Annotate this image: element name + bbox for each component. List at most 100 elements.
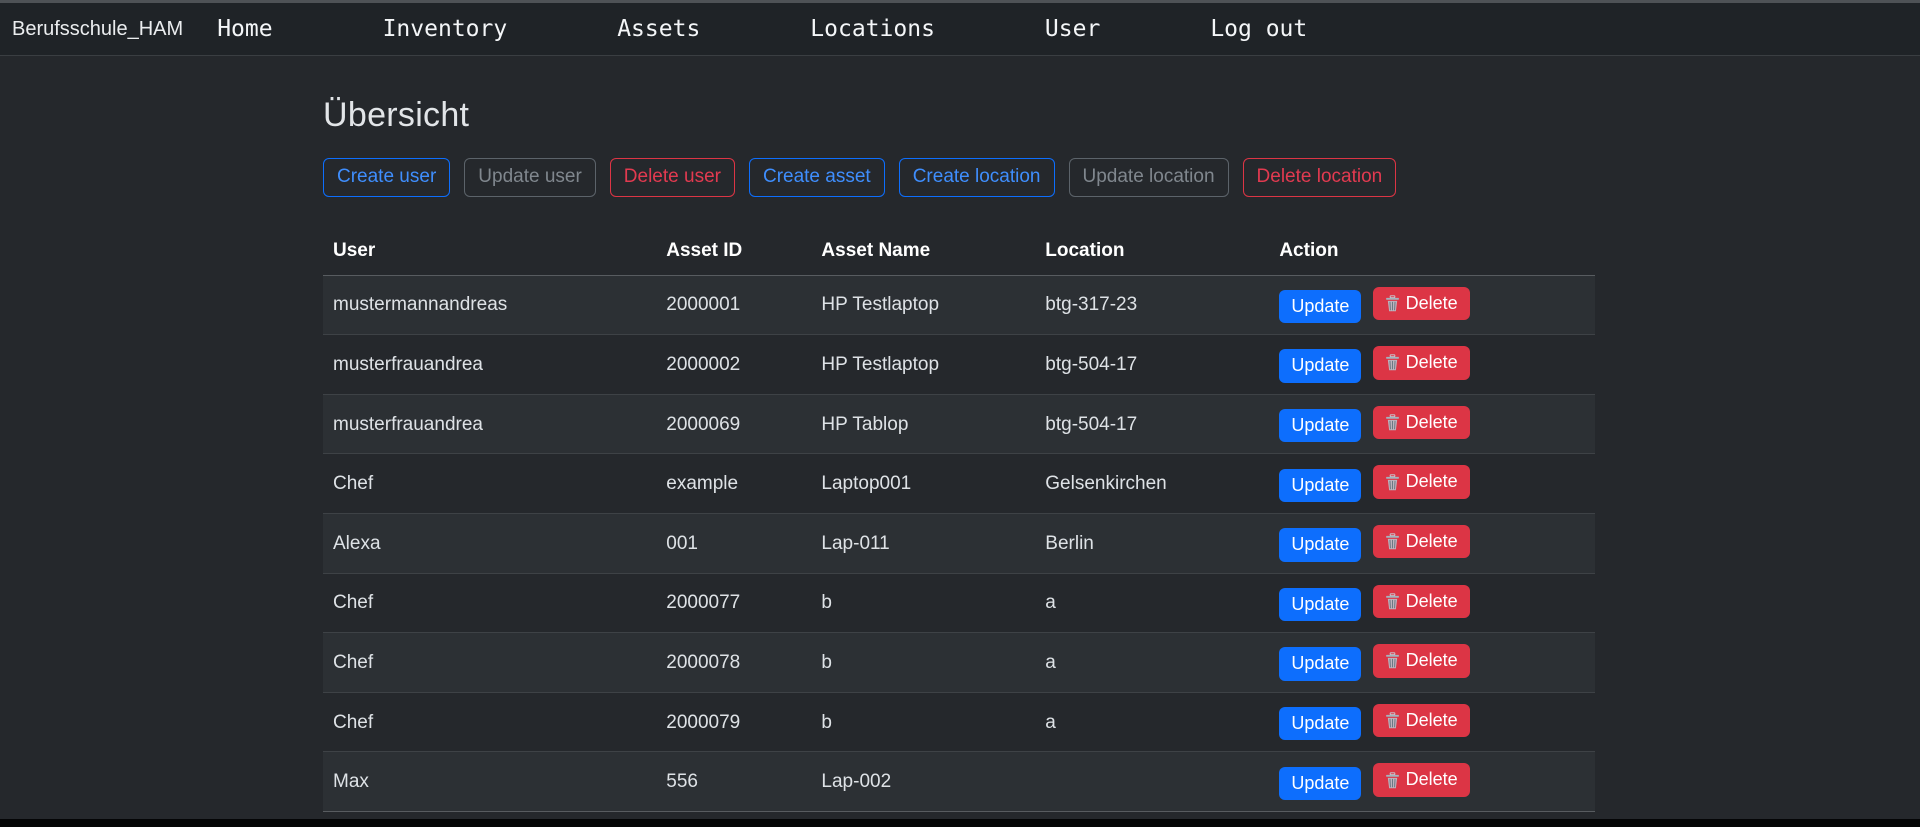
delete-button-label: Delete	[1406, 530, 1458, 553]
cell-action: Update Delete	[1269, 335, 1595, 395]
cell-location: a	[1035, 573, 1269, 633]
delete-button[interactable]: Delete	[1373, 644, 1470, 677]
cell-asset-name: HP Testlaptop	[811, 335, 1035, 395]
delete-button[interactable]: Delete	[1373, 406, 1470, 439]
update-button[interactable]: Update	[1279, 469, 1361, 502]
trash-icon	[1385, 593, 1400, 610]
cell-asset-id: 2000079	[656, 692, 811, 752]
cell-user: Max	[323, 752, 656, 812]
cell-location	[1035, 752, 1269, 812]
update-button[interactable]: Update	[1279, 647, 1361, 680]
cell-user: Alexa	[323, 514, 656, 574]
cell-user: Chef	[323, 573, 656, 633]
delete-user-button[interactable]: Delete user	[610, 158, 735, 197]
delete-button-label: Delete	[1406, 590, 1458, 613]
cell-location: btg-504-17	[1035, 335, 1269, 395]
brand-link[interactable]: Berufsschule_HAM	[12, 18, 183, 41]
nav-item-logout[interactable]: Log out	[1210, 16, 1307, 42]
update-button[interactable]: Update	[1279, 290, 1361, 323]
cell-asset-name: Laptop001	[811, 454, 1035, 514]
table-row: Chef 2000079 b a Update Delete	[323, 692, 1595, 752]
trash-icon	[1385, 772, 1400, 789]
create-user-button[interactable]: Create user	[323, 158, 450, 197]
update-button[interactable]: Update	[1279, 349, 1361, 382]
nav-item-home[interactable]: Home	[217, 16, 272, 42]
delete-button-label: Delete	[1406, 470, 1458, 493]
column-header-action: Action	[1269, 227, 1595, 276]
delete-button-label: Delete	[1406, 709, 1458, 732]
cell-user: Chef	[323, 692, 656, 752]
cell-location: a	[1035, 633, 1269, 693]
cell-user: musterfrauandrea	[323, 394, 656, 454]
delete-button[interactable]: Delete	[1373, 525, 1470, 558]
cell-action: Update Delete	[1269, 573, 1595, 633]
trash-icon	[1385, 652, 1400, 669]
update-button[interactable]: Update	[1279, 528, 1361, 561]
create-asset-button[interactable]: Create asset	[749, 158, 885, 197]
navbar: Berufsschule_HAM Home Inventory Assets L…	[0, 0, 1920, 56]
cell-location: Gelsenkirchen	[1035, 454, 1269, 514]
delete-button[interactable]: Delete	[1373, 346, 1470, 379]
update-user-button[interactable]: Update user	[464, 158, 596, 197]
trash-icon	[1385, 533, 1400, 550]
cell-asset-id: 556	[656, 752, 811, 812]
cell-action: Update Delete	[1269, 275, 1595, 335]
cell-asset-id: 2000001	[656, 275, 811, 335]
delete-button[interactable]: Delete	[1373, 287, 1470, 320]
page-title: Übersicht	[323, 96, 1595, 135]
update-button[interactable]: Update	[1279, 767, 1361, 800]
table-row: Alexa 001 Lap-011 Berlin Update Delete	[323, 514, 1595, 574]
asset-table-body: mustermannandreas 2000001 HP Testlaptop …	[323, 275, 1595, 811]
column-header-asset-name: Asset Name	[811, 227, 1035, 276]
nav-item-user[interactable]: User	[1045, 16, 1100, 42]
cell-location: a	[1035, 692, 1269, 752]
column-header-asset-id: Asset ID	[656, 227, 811, 276]
cell-action: Update Delete	[1269, 752, 1595, 812]
cell-asset-name: b	[811, 573, 1035, 633]
cell-user: mustermannandreas	[323, 275, 656, 335]
delete-button[interactable]: Delete	[1373, 585, 1470, 618]
update-button[interactable]: Update	[1279, 707, 1361, 740]
trash-icon	[1385, 354, 1400, 371]
update-button[interactable]: Update	[1279, 588, 1361, 621]
cell-asset-name: b	[811, 692, 1035, 752]
cell-action: Update Delete	[1269, 692, 1595, 752]
cell-action: Update Delete	[1269, 394, 1595, 454]
create-location-button[interactable]: Create location	[899, 158, 1055, 197]
delete-button[interactable]: Delete	[1373, 465, 1470, 498]
cell-asset-name: HP Testlaptop	[811, 275, 1035, 335]
cell-asset-name: Lap-011	[811, 514, 1035, 574]
cell-asset-id: 2000069	[656, 394, 811, 454]
delete-location-button[interactable]: Delete location	[1243, 158, 1397, 197]
nav-item-locations[interactable]: Locations	[810, 16, 935, 42]
trash-icon	[1385, 414, 1400, 431]
nav-item-inventory[interactable]: Inventory	[383, 16, 508, 42]
delete-button[interactable]: Delete	[1373, 704, 1470, 737]
table-row: Chef 2000078 b a Update Delete	[323, 633, 1595, 693]
toolbar: Create user Update user Delete user Crea…	[323, 158, 1595, 197]
column-header-user: User	[323, 227, 656, 276]
cell-asset-name: b	[811, 633, 1035, 693]
nav-item-assets[interactable]: Assets	[617, 16, 700, 42]
nav-links: Home Inventory Assets Locations User Log…	[217, 16, 1307, 42]
trash-icon	[1385, 474, 1400, 491]
cell-user: Chef	[323, 633, 656, 693]
window-bottom-edge	[0, 819, 1920, 827]
cell-user: musterfrauandrea	[323, 335, 656, 395]
delete-button[interactable]: Delete	[1373, 763, 1470, 796]
cell-location: btg-317-23	[1035, 275, 1269, 335]
cell-asset-id: 2000077	[656, 573, 811, 633]
main-content: Übersicht Create user Update user Delete…	[323, 96, 1595, 812]
table-row: Chef 2000077 b a Update Delete	[323, 573, 1595, 633]
table-row: musterfrauandrea 2000069 HP Tablop btg-5…	[323, 394, 1595, 454]
update-location-button[interactable]: Update location	[1069, 158, 1229, 197]
update-button[interactable]: Update	[1279, 409, 1361, 442]
cell-action: Update Delete	[1269, 633, 1595, 693]
cell-asset-name: Lap-002	[811, 752, 1035, 812]
delete-button-label: Delete	[1406, 649, 1458, 672]
cell-asset-id: example	[656, 454, 811, 514]
cell-location: btg-504-17	[1035, 394, 1269, 454]
cell-action: Update Delete	[1269, 454, 1595, 514]
table-row: mustermannandreas 2000001 HP Testlaptop …	[323, 275, 1595, 335]
cell-asset-id: 2000078	[656, 633, 811, 693]
